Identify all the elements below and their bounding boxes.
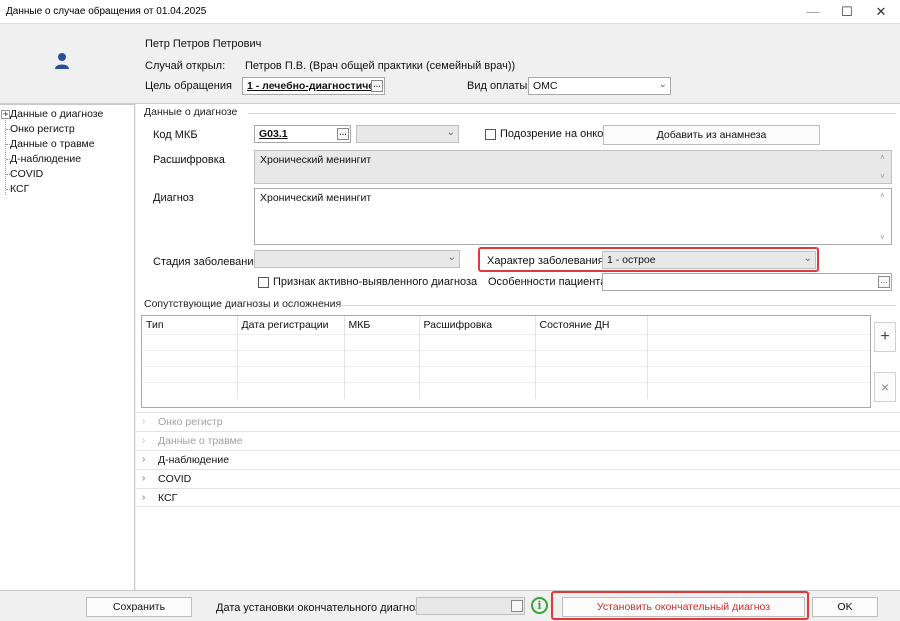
- save-button[interactable]: Сохранить: [86, 597, 192, 617]
- case-header: Петр Петров Петрович Случай открыл: Петр…: [0, 24, 900, 104]
- close-button[interactable]: ✕: [864, 0, 898, 24]
- onco-suspect-label: Подозрение на онко: [500, 128, 604, 140]
- chevron-right-icon: ›: [142, 454, 146, 465]
- info-icon[interactable]: i: [531, 597, 548, 614]
- section-trauma[interactable]: › Данные о травме: [136, 431, 900, 450]
- case-opened-label: Случай открыл:: [145, 60, 226, 72]
- section-label: Онко регистр: [158, 416, 223, 428]
- add-from-anamnesis-button[interactable]: Добавить из анамнеза: [603, 125, 820, 145]
- mkb-extra-select[interactable]: ⌄: [356, 125, 459, 143]
- minimize-button[interactable]: —: [796, 0, 830, 24]
- decode-field: Хронический менингит ˄ ˅: [254, 150, 892, 184]
- decode-label: Расшифровка: [153, 154, 225, 166]
- maximize-button[interactable]: ☐: [830, 0, 864, 24]
- scroll-arrows[interactable]: ˄ ˅: [880, 191, 889, 242]
- payment-select[interactable]: ОМС ⌄: [528, 77, 671, 95]
- chevron-right-icon: ›: [142, 473, 146, 484]
- payment-value: ОМС: [533, 80, 558, 92]
- purpose-field[interactable]: 1 - лечебно-диагностичес …: [242, 77, 385, 95]
- stage-select[interactable]: ⌄: [254, 250, 460, 268]
- column-header-filler: [647, 316, 870, 335]
- ellipsis-icon[interactable]: …: [878, 276, 890, 288]
- tree-item-trauma[interactable]: Данные о травме: [6, 138, 95, 150]
- chevron-right-icon: ›: [142, 492, 146, 503]
- table-row[interactable]: [142, 334, 870, 351]
- tree-item-d-observation[interactable]: Д-наблюдение: [5, 153, 81, 165]
- section-label: КСГ: [158, 492, 178, 504]
- user-icon: [55, 53, 69, 69]
- tree-item-diagnosis[interactable]: Данные о диагнозе: [5, 108, 103, 120]
- mkb-label: Код МКБ: [153, 129, 198, 141]
- character-label: Характер заболевания: [487, 255, 604, 267]
- column-header[interactable]: МКБ: [344, 316, 420, 335]
- add-row-button[interactable]: +: [874, 322, 896, 352]
- chevron-right-icon: ›: [142, 435, 146, 446]
- concomitant-table: Тип Дата регистрации МКБ Расшифровка Сос…: [141, 315, 871, 408]
- section-label: Данные о травме: [158, 435, 243, 447]
- chevron-down-icon: ⌄: [446, 127, 455, 138]
- section-onco[interactable]: › Онко регистр: [136, 412, 900, 431]
- diagnosis-value: Хронический менингит: [260, 192, 372, 204]
- stage-label: Стадия заболевания: [153, 256, 260, 268]
- column-header[interactable]: Расшифровка: [419, 316, 536, 335]
- onco-suspect-checkbox[interactable]: [485, 129, 496, 140]
- column-header[interactable]: Дата регистрации: [237, 316, 345, 335]
- ellipsis-icon[interactable]: …: [371, 80, 383, 92]
- section-label: COVID: [158, 473, 192, 485]
- column-header[interactable]: Тип: [142, 316, 238, 335]
- active-detected-checkbox[interactable]: [258, 277, 269, 288]
- table-row[interactable]: [142, 382, 870, 399]
- ok-button[interactable]: OK: [812, 597, 878, 617]
- section-covid[interactable]: › COVID: [136, 469, 900, 488]
- final-date-label: Дата установки окончательного диагноза:: [216, 602, 430, 614]
- concomitant-section-title: Сопутствующие диагнозы и осложнения: [144, 298, 342, 310]
- table-header-row: Тип Дата регистрации МКБ Расшифровка Сос…: [142, 316, 870, 335]
- section-label: Д-наблюдение: [158, 454, 230, 466]
- main-content: Данные о диагнозе Код МКБ G03.1 … ⌄ Подо…: [136, 104, 900, 590]
- diagnosis-field[interactable]: Хронический менингит ˄ ˅: [254, 188, 892, 245]
- set-final-diagnosis-button[interactable]: Установить окончательный диагноз: [562, 597, 805, 617]
- mkb-value: G03.1: [259, 128, 288, 140]
- diagnosis-section-title: Данные о диагнозе: [144, 106, 238, 118]
- section-tree: + Данные о диагнозе Онко регистр Данные …: [0, 104, 135, 590]
- concomitant-grid: Тип Дата регистрации МКБ Расшифровка Сос…: [142, 316, 870, 399]
- divider: [336, 305, 896, 306]
- chevron-down-icon: ⌄: [447, 252, 456, 263]
- patient-name: Петр Петров Петрович: [145, 38, 262, 50]
- tree-item-ksg[interactable]: КСГ: [5, 183, 29, 195]
- table-row[interactable]: [142, 366, 870, 383]
- section-d-observation[interactable]: › Д-наблюдение: [136, 450, 900, 469]
- scroll-arrows[interactable]: ˄ ˅: [880, 153, 889, 181]
- character-value: 1 - острое: [607, 254, 656, 266]
- final-date-field[interactable]: [416, 597, 525, 615]
- mkb-field[interactable]: G03.1 …: [254, 125, 351, 143]
- chevron-right-icon: ›: [142, 416, 146, 427]
- chevron-down-icon: ⌄: [658, 79, 667, 90]
- patient-features-label: Особенности пациента: [488, 276, 607, 288]
- footer-bar: Сохранить Дата установки окончательного …: [0, 590, 900, 621]
- window-titlebar: Данные о случае обращения от 01.04.2025 …: [0, 0, 900, 24]
- decode-value: Хронический менингит: [260, 154, 372, 166]
- ellipsis-icon[interactable]: …: [337, 128, 349, 140]
- column-header[interactable]: Состояние ДН: [535, 316, 648, 335]
- divider: [248, 113, 896, 114]
- diagnosis-label: Диагноз: [153, 192, 194, 204]
- chevron-down-icon: ⌄: [803, 253, 812, 264]
- active-detected-label: Признак активно-выявленного диагноза: [273, 276, 478, 288]
- remove-row-button[interactable]: ×: [874, 372, 896, 402]
- patient-features-field[interactable]: …: [602, 273, 892, 291]
- purpose-value: 1 - лечебно-диагностичес: [247, 80, 380, 92]
- tree-item-onco[interactable]: Онко регистр: [6, 123, 75, 135]
- window-title: Данные о случае обращения от 01.04.2025: [6, 6, 207, 17]
- case-opened-value: Петров П.В. (Врач общей практики (семейн…: [245, 60, 516, 72]
- payment-label: Вид оплаты: [467, 80, 528, 92]
- section-ksg[interactable]: › КСГ: [136, 488, 900, 507]
- table-row[interactable]: [142, 350, 870, 367]
- character-select[interactable]: 1 - острое ⌄: [602, 251, 816, 269]
- purpose-label: Цель обращения: [145, 80, 232, 92]
- calendar-icon[interactable]: [511, 600, 523, 612]
- tree-item-covid[interactable]: COVID: [5, 168, 43, 180]
